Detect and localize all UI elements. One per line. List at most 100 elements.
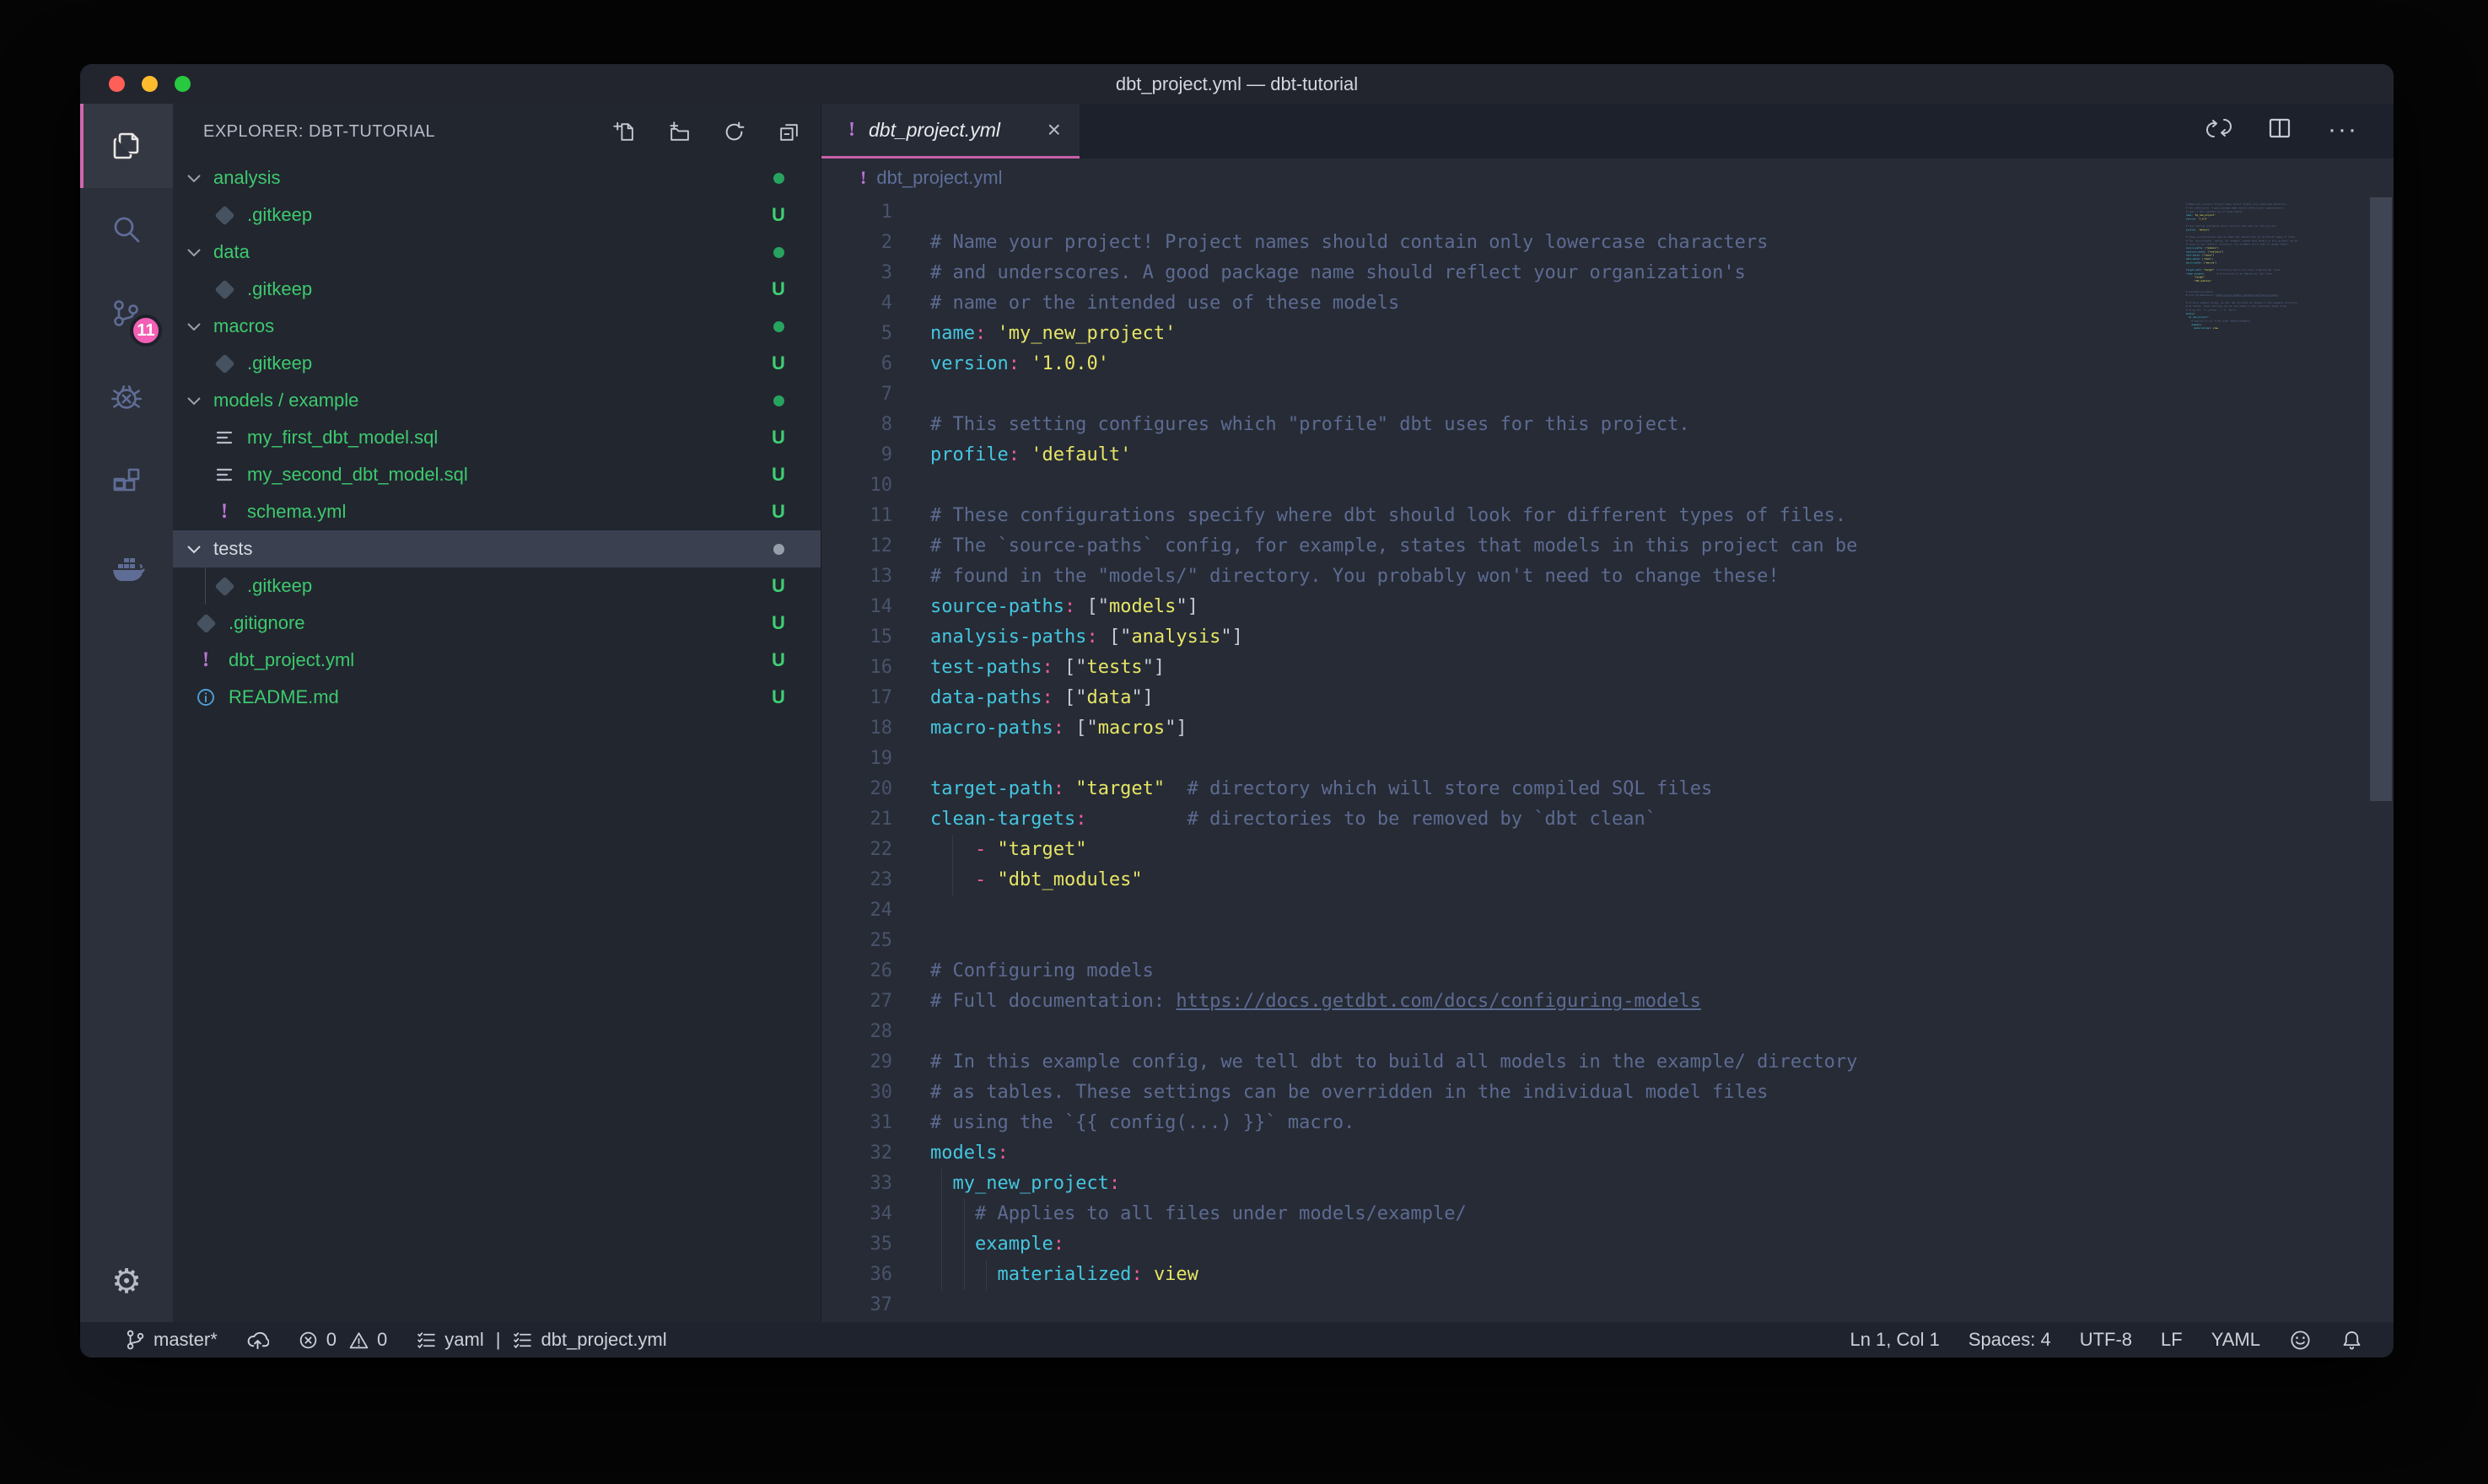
- debug-icon[interactable]: [80, 357, 173, 441]
- encoding-status[interactable]: UTF-8: [2080, 1329, 2132, 1351]
- source-control-icon[interactable]: 11: [80, 272, 173, 357]
- line-number: 19: [821, 744, 892, 774]
- code-line[interactable]: 16test-paths: ["tests"]: [821, 653, 1857, 683]
- collapse-folders-icon[interactable]: [778, 121, 800, 143]
- git-file-icon: [213, 278, 235, 300]
- new-folder-icon[interactable]: [668, 121, 691, 143]
- docker-icon[interactable]: [80, 525, 173, 610]
- close-tab-icon[interactable]: ×: [1047, 118, 1061, 142]
- code-line[interactable]: 5name: 'my_new_project': [821, 319, 1857, 349]
- code-line[interactable]: 18macro-paths: ["macros"]: [821, 713, 1857, 744]
- code-line[interactable]: 25: [821, 926, 1857, 956]
- code-line[interactable]: 9profile: 'default': [821, 440, 1857, 470]
- code-line[interactable]: 24: [821, 895, 1857, 926]
- line-number: 12: [821, 531, 892, 562]
- tree-item-gitignore[interactable]: .gitignoreU: [173, 605, 821, 642]
- code-line[interactable]: 1: [821, 197, 1857, 228]
- editor-scrollbar[interactable]: [2370, 197, 2392, 801]
- code-line[interactable]: 35 example:: [821, 1229, 1857, 1260]
- code-line[interactable]: 30# as tables. These settings can be ove…: [821, 1078, 1857, 1108]
- code-line[interactable]: 3# and underscores. A good package name …: [821, 258, 1857, 288]
- yaml-mode-status[interactable]: yaml: [416, 1329, 483, 1351]
- code-line[interactable]: 34 # Applies to all files under models/e…: [821, 1199, 1857, 1229]
- code-line[interactable]: 10: [821, 470, 1857, 501]
- code-line[interactable]: 15analysis-paths: ["analysis"]: [821, 622, 1857, 653]
- breadcrumb-item-file[interactable]: dbt_project.yml: [876, 167, 1002, 189]
- code-line[interactable]: 17data-paths: ["data"]: [821, 683, 1857, 713]
- code-line[interactable]: 22 - "target": [821, 835, 1857, 865]
- tree-item-schema-yml[interactable]: !schema.ymlU: [173, 493, 821, 530]
- code-line[interactable]: 20target-path: "target" # directory whic…: [821, 774, 1857, 804]
- code-line[interactable]: 19: [821, 744, 1857, 774]
- tree-item-gitkeep[interactable]: .gitkeepU: [173, 345, 821, 382]
- code-editor[interactable]: 12# Name your project! Project names sho…: [821, 197, 1857, 1320]
- tree-item-my-second-dbt-model-sql[interactable]: my_second_dbt_model.sqlU: [173, 456, 821, 493]
- cursor-position-status[interactable]: Ln 1, Col 1: [1850, 1329, 1939, 1351]
- search-icon[interactable]: [80, 188, 173, 272]
- git-branch-status[interactable]: master*: [124, 1329, 218, 1351]
- code-line[interactable]: 36 materialized: view: [821, 1260, 1857, 1290]
- git-file-icon: [213, 352, 235, 374]
- split-editor-icon[interactable]: [2267, 116, 2292, 145]
- code-line[interactable]: 14source-paths: ["models"]: [821, 592, 1857, 622]
- indentation-status[interactable]: Spaces: 4: [1968, 1329, 2051, 1351]
- tree-item-gitkeep[interactable]: .gitkeepU: [173, 196, 821, 234]
- tree-item-dbt-project-yml[interactable]: !dbt_project.ymlU: [173, 642, 821, 679]
- line-number: 32: [821, 1138, 892, 1169]
- problems-status[interactable]: 0 0: [298, 1329, 388, 1351]
- tree-item-models-example[interactable]: models / example: [173, 382, 821, 419]
- tree-label: .gitkeep: [247, 352, 312, 374]
- git-untracked-badge: U: [772, 501, 785, 523]
- extensions-icon[interactable]: [80, 441, 173, 525]
- code-line[interactable]: 4# name or the intended use of these mod…: [821, 288, 1857, 319]
- readme-info-icon: [195, 686, 217, 708]
- tree-item-analysis[interactable]: analysis: [173, 159, 821, 196]
- code-line[interactable]: 7: [821, 379, 1857, 410]
- code-line[interactable]: 28: [821, 1017, 1857, 1047]
- language-mode-status[interactable]: YAML: [2211, 1329, 2260, 1351]
- tree-item-tests[interactable]: tests: [173, 530, 821, 567]
- code-line[interactable]: 27# Full documentation: https://docs.get…: [821, 987, 1857, 1017]
- code-line[interactable]: 31# using the `{{ config(...) }}` macro.: [821, 1108, 1857, 1138]
- code-line[interactable]: 29# In this example config, we tell dbt …: [821, 1047, 1857, 1078]
- tab-dbt-project-yml[interactable]: ! dbt_project.yml ×: [821, 104, 1080, 159]
- tree-item-macros[interactable]: macros: [173, 308, 821, 345]
- line-number: 27: [821, 987, 892, 1017]
- active-file-status[interactable]: dbt_project.yml: [512, 1329, 666, 1351]
- tree-item-gitkeep[interactable]: .gitkeepU: [173, 271, 821, 308]
- explorer-icon[interactable]: [80, 104, 173, 188]
- line-number: 28: [821, 1017, 892, 1047]
- chevron-down-icon: [186, 545, 202, 554]
- code-line[interactable]: 12# The `source-paths` config, for examp…: [821, 531, 1857, 562]
- tab-label: dbt_project.yml: [869, 119, 1000, 142]
- tree-item-my-first-dbt-model-sql[interactable]: my_first_dbt_model.sqlU: [173, 419, 821, 456]
- feedback-smiley-icon[interactable]: [2289, 1329, 2312, 1352]
- code-line[interactable]: 37: [821, 1290, 1857, 1320]
- chevron-down-icon: [186, 174, 202, 183]
- refresh-explorer-icon[interactable]: [723, 121, 746, 143]
- line-number: 22: [821, 835, 892, 865]
- code-line[interactable]: 11# These configurations specify where d…: [821, 501, 1857, 531]
- tree-item-data[interactable]: data: [173, 234, 821, 271]
- code-line[interactable]: 32models:: [821, 1138, 1857, 1169]
- minimap[interactable]: # Name your project! Project names shoul…: [2186, 199, 2363, 637]
- tree-item-gitkeep[interactable]: .gitkeepU: [173, 567, 821, 605]
- code-line[interactable]: 33 my_new_project:: [821, 1169, 1857, 1199]
- notifications-bell-icon[interactable]: [2340, 1329, 2363, 1352]
- tree-label: data: [213, 241, 250, 263]
- new-file-icon[interactable]: [613, 121, 636, 143]
- code-line[interactable]: 21clean-targets: # directories to be rem…: [821, 804, 1857, 835]
- title-bar[interactable]: dbt_project.yml — dbt-tutorial: [80, 64, 2394, 104]
- code-line[interactable]: 23 - "dbt_modules": [821, 865, 1857, 895]
- code-line[interactable]: 26# Configuring models: [821, 956, 1857, 987]
- git-status-dot: [773, 173, 784, 184]
- eol-status[interactable]: LF: [2161, 1329, 2183, 1351]
- code-line[interactable]: 6version: '1.0.0': [821, 349, 1857, 379]
- code-line[interactable]: 8# This setting configures which "profil…: [821, 410, 1857, 440]
- code-line[interactable]: 13# found in the "models/" directory. Yo…: [821, 562, 1857, 592]
- tree-item-readme-md[interactable]: README.mdU: [173, 679, 821, 716]
- open-changes-icon[interactable]: [2206, 116, 2232, 145]
- sync-changes-button[interactable]: [246, 1329, 269, 1352]
- settings-gear-icon[interactable]: ⚙: [80, 1265, 173, 1298]
- code-line[interactable]: 2# Name your project! Project names shou…: [821, 228, 1857, 258]
